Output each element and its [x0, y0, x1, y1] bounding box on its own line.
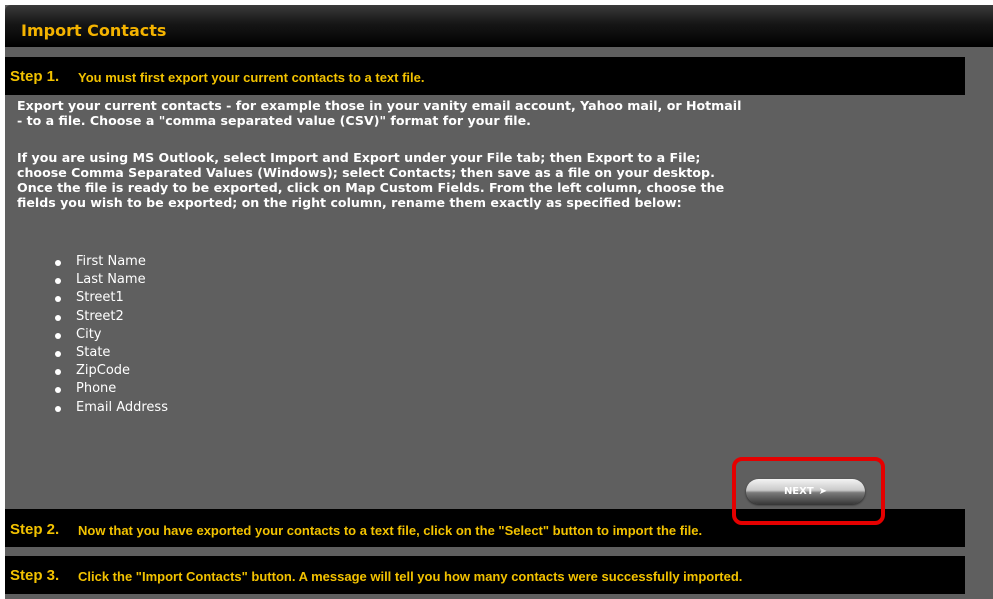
title-bar: Import Contacts: [5, 5, 993, 47]
arrow-right-icon: ➤: [818, 486, 828, 497]
field-label: City: [76, 326, 102, 342]
step-3-number: Step 3.: [10, 567, 60, 584]
step-3-bar: Step 3. Click the "Import Contacts" butt…: [5, 556, 965, 594]
step-1-bar: Step 1. You must first export your curre…: [5, 57, 965, 95]
field-list-item: State: [52, 344, 168, 362]
page-title: Import Contacts: [21, 21, 167, 40]
field-list-item: Phone: [52, 380, 168, 398]
field-list-item: Last Name: [52, 271, 168, 289]
bullet-icon: [55, 332, 61, 339]
field-label: Email Address: [76, 399, 168, 415]
bullet-icon: [55, 278, 61, 285]
instructions-paragraph-2: If you are using MS Outlook, select Impo…: [17, 150, 725, 210]
field-label: State: [76, 345, 111, 361]
field-list-item: Street1: [52, 289, 168, 307]
bullet-icon: [55, 369, 61, 376]
step-1-number: Step 1.: [10, 68, 60, 85]
field-label: Phone: [76, 381, 117, 397]
step-2-bar: Step 2. Now that you have exported your …: [5, 509, 965, 547]
field-label: Last Name: [76, 272, 146, 288]
bullet-icon: [55, 296, 61, 303]
step-3-text: Click the "Import Contacts" button. A me…: [78, 569, 743, 584]
step-2-text: Now that you have exported your contacts…: [78, 523, 703, 538]
bullet-icon: [55, 260, 61, 266]
bullet-icon: [55, 314, 61, 321]
instructions-paragraph-1: Export your current contacts - for examp…: [17, 98, 742, 128]
field-label: Street2: [76, 308, 124, 324]
next-button-label: NEXT: [783, 486, 814, 497]
import-contacts-panel: Import Contacts Step 1. You must first e…: [5, 5, 993, 599]
step-1-text: You must first export your current conta…: [78, 70, 425, 85]
bullet-icon: [55, 387, 61, 394]
field-label: First Name: [76, 254, 146, 269]
field-list-item: First Name: [52, 253, 168, 271]
field-label: ZipCode: [76, 363, 131, 379]
bullet-icon: [55, 351, 61, 358]
field-list-item: ZipCode: [52, 362, 168, 380]
field-list-item: Street2: [52, 308, 168, 326]
next-button[interactable]: NEXT ➤: [746, 479, 865, 504]
field-label: Street1: [76, 290, 124, 306]
bullet-icon: [55, 405, 61, 412]
field-list-item: City: [52, 326, 168, 344]
step-2-number: Step 2.: [10, 521, 60, 538]
field-list-item: Email Address: [52, 399, 168, 417]
field-list: First Name Last Name Street1 Street2 Cit…: [52, 253, 168, 417]
